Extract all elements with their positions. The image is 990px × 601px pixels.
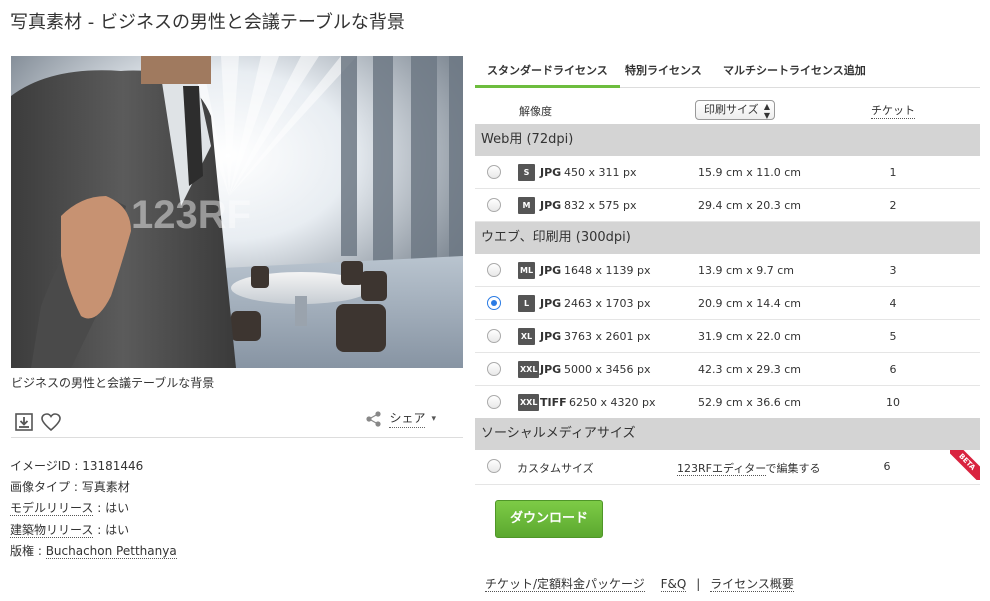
share-label: シェア [389,409,426,428]
size-row-s[interactable]: S JPG 450 x 311 px 15.9 cm x 11.0 cm 1 [475,156,980,189]
ticket-package-link[interactable]: チケット/定額料金パッケージ [485,577,645,592]
size-badge: ML [518,262,536,279]
svg-text:123RF: 123RF [131,193,251,237]
size-radio[interactable] [487,329,501,343]
photo-illustration: 123RF [11,56,463,368]
size-badge: XL [518,328,535,345]
size-badge: XXL [518,394,540,411]
size-radio-selected[interactable] [487,296,501,310]
size-radio[interactable] [487,198,501,212]
photo-actions-bar: シェア ▾ [11,404,463,438]
property-release-link[interactable]: 建築物リリース [10,522,94,538]
meta-copyright: 版権 : Buchachon Petthanya [10,543,177,559]
share-button[interactable]: シェア ▾ [365,409,436,428]
heart-icon[interactable] [40,411,62,433]
resolution-header: 解像度 [519,105,552,118]
page-title: 写真素材 - ビジネスの男性と会議テーブルな背景 [10,12,405,33]
size-badge: M [518,197,535,214]
tab-special-license[interactable]: 特別ライセンス [625,56,702,88]
section-print: ウエブ、印刷用 (300dpi) [475,222,980,254]
size-row-l[interactable]: L JPG 2463 x 1703 px 20.9 cm x 14.4 cm 4 [475,287,980,320]
meta-image-type: 画像タイプ : 写真素材 [10,480,130,495]
share-icon [366,410,382,427]
size-radio[interactable] [487,395,501,409]
size-radio[interactable] [487,263,501,277]
size-table-header: 解像度 印刷サイズ ▲ ▼ チケット [475,92,980,124]
select-arrows-icon: ▲ ▼ [763,102,770,120]
size-radio[interactable] [487,362,501,376]
custom-size-label: カスタムサイズ [517,462,594,475]
section-web: Web用 (72dpi) [475,124,980,156]
ticket-header-link[interactable]: チケット [871,102,915,119]
size-radio[interactable] [487,459,501,473]
license-summary-link[interactable]: ライセンス概要 [710,577,794,592]
model-release-link[interactable]: モデルリリース [10,501,94,517]
meta-model-release: モデルリリース : はい [10,501,130,517]
size-row-m[interactable]: M JPG 832 x 575 px 29.4 cm x 20.3 cm 2 [475,189,980,222]
size-badge: S [518,164,535,181]
size-row-ml[interactable]: ML JPG 1648 x 1139 px 13.9 cm x 9.7 cm 3 [475,254,980,287]
size-radio[interactable] [487,165,501,179]
footer-links: チケット/定額料金パッケージ F&Q | ライセンス概要 [485,577,794,592]
beta-ribbon: BETA [950,450,980,480]
download-button[interactable]: ダウンロード [495,500,603,538]
section-social: ソーシャルメディアサイズ [475,418,980,450]
faq-link[interactable]: F&Q [660,577,687,592]
size-row-xxl-tiff[interactable]: XXL TIFF 6250 x 4320 px 52.9 cm x 36.6 c… [475,386,980,419]
size-badge: L [518,295,535,312]
tab-multiseat-license[interactable]: マルチシートライセンス追加 [723,56,866,88]
size-badge: XXL [518,361,540,378]
author-link[interactable]: Buchachon Petthanya [45,543,177,559]
download-icon[interactable] [13,411,35,433]
meta-property-release: 建築物リリース : はい [10,522,130,538]
size-row-xl[interactable]: XL JPG 3763 x 2601 px 31.9 cm x 22.0 cm … [475,320,980,353]
size-row-xxl-jpg[interactable]: XXL JPG 5000 x 3456 px 42.3 cm x 29.3 cm… [475,353,980,386]
photo-caption: ビジネスの男性と会議テーブルな背景 [11,376,215,390]
license-tabs: スタンダードライセンス 特別ライセンス マルチシートライセンス追加 [475,56,980,88]
print-size-select[interactable]: 印刷サイズ ▲ ▼ [695,100,775,120]
share-dropdown-icon: ▾ [431,413,436,424]
stock-photo[interactable]: 123RF [11,56,463,368]
tab-standard-license[interactable]: スタンダードライセンス [475,56,620,88]
image-meta: イメージID : 13181446 画像タイプ : 写真素材 モデルリリース :… [10,456,177,562]
meta-image-id: イメージID : 13181446 [10,459,144,473]
editor-link[interactable]: 123RFエディターで編集する [677,460,821,476]
custom-size-row[interactable]: カスタムサイズ 123RFエディターで編集する 6 BETA [475,450,980,485]
